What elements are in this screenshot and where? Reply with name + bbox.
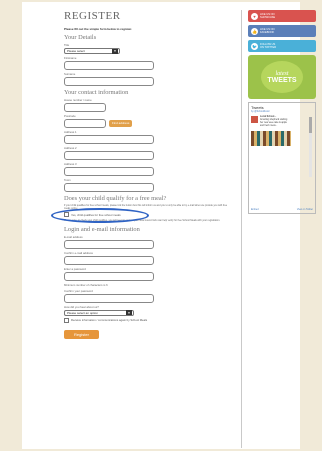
hear-select[interactable]: Please select an option ▼ [64, 309, 134, 316]
chevron-down-icon: ▼ [126, 310, 132, 316]
latest-tweets-badge: latest TWEETS [261, 61, 303, 93]
tweet-text: Amazing shepherd starting her new wee ca… [260, 119, 288, 127]
social-like-us-button[interactable]: ♥ LIKE US ON SHOWCASE [248, 10, 316, 22]
confirm-email-input[interactable] [64, 255, 154, 265]
newsletter-label: Receive information / communications aga… [71, 318, 148, 323]
address3-label: Address 3 [64, 162, 77, 166]
newsletter-checkbox[interactable] [64, 317, 69, 323]
password-hint: Minimum number of characters is 6 [64, 282, 108, 287]
confirm-password-label: Confirm your password [64, 288, 93, 293]
avatar [251, 116, 258, 123]
hear-label: How did you hear about us? [64, 304, 99, 309]
postcode-input[interactable] [64, 119, 106, 128]
email-label: E-mail address [64, 234, 83, 239]
address1-label: Address 1 [64, 130, 77, 134]
twitter-feed[interactable]: Tweets by @SchoolFood Local School... Am… [248, 102, 316, 214]
view-on-twitter-link[interactable]: View on Twitter [297, 208, 313, 211]
find-address-button[interactable]: Find address [109, 120, 133, 127]
address2-label: Address 2 [64, 146, 77, 150]
surname-label: Surname [64, 72, 76, 76]
newsletter-row[interactable]: Receive information / communications aga… [64, 317, 232, 323]
password-label: Enter a password [64, 266, 86, 271]
email-input[interactable] [64, 239, 154, 249]
heart-icon: ♥ [251, 12, 258, 20]
social-line2: SHOWCASE [260, 16, 276, 19]
tweet-item: Local School... Amazing shepherd startin… [251, 116, 313, 128]
confirm-email-label: Confirm e-mail address [64, 250, 93, 255]
surname-input[interactable] [64, 77, 154, 86]
page-panel: REGISTER Please fill out the simple form… [22, 2, 316, 449]
title-label: Title [64, 43, 70, 47]
social-label: FOLLOW US ON TWITTER [260, 43, 276, 49]
thumbs-up-icon: 👍 [251, 27, 258, 35]
section-login: Login and e-mail information [64, 225, 140, 233]
qualify-checkbox-row[interactable]: Yes, child qualifies for free school mea… [51, 208, 232, 224]
bird-icon: 🐦 [251, 42, 258, 50]
town-label: Town [64, 178, 71, 182]
intro-text: Please fill out the simple form below to… [64, 27, 133, 31]
social-label: LIKE US ON FACEBOOK [260, 28, 275, 34]
section-qualify: Does your child qualify for a free meal? [64, 195, 167, 202]
section-contact-info: Your contact information [64, 89, 129, 96]
feed-footer: Embed View on Twitter [251, 208, 313, 211]
confirm-password-input[interactable] [64, 293, 154, 303]
social-links: ♥ LIKE US ON SHOWCASE 👍 LIKE US ON FACEBOOK 🐦 F… [248, 10, 316, 52]
chevron-down-icon: ▼ [112, 48, 118, 54]
town-input[interactable] [64, 183, 154, 192]
latest-tweets-banner: latest TWEETS [248, 55, 316, 99]
social-label: LIKE US ON SHOWCASE [260, 13, 275, 19]
registration-form: REGISTER Please fill out the simple form… [51, 10, 232, 341]
hear-select-value: Please select an option [67, 310, 99, 315]
section-your-details: Your Details [64, 34, 97, 41]
address3-input[interactable] [64, 167, 154, 176]
postcode-row: Find address [64, 119, 232, 128]
firstname-label: Firstname [64, 56, 77, 60]
social-line2: FACEBOOK [260, 31, 275, 34]
page-title: REGISTER [64, 10, 121, 22]
house-input[interactable] [64, 103, 106, 112]
feed-by[interactable]: by @SchoolFood [251, 110, 313, 113]
tweets-label: TWEETS [267, 76, 297, 84]
postcode-label: Postcode [64, 114, 76, 118]
tweet-image[interactable] [251, 131, 291, 146]
sidebar: ♥ LIKE US ON SHOWCASE 👍 LIKE US ON FACEBOOK 🐦 F… [248, 10, 316, 214]
social-line2: ON TWITTER [260, 46, 277, 49]
address2-input[interactable] [64, 151, 154, 160]
address1-input[interactable] [64, 135, 154, 144]
house-label: House number / name [64, 98, 92, 102]
password-input[interactable] [64, 271, 154, 281]
column-divider [241, 10, 242, 448]
title-select-value: Please select [67, 49, 85, 53]
title-select[interactable]: Please select ▼ [64, 48, 120, 54]
embed-link[interactable]: Embed [251, 208, 259, 211]
feed-scrollbar[interactable] [309, 117, 312, 177]
firstname-input[interactable] [64, 61, 154, 70]
social-facebook-button[interactable]: 👍 LIKE US ON FACEBOOK [248, 25, 316, 37]
social-twitter-button[interactable]: 🐦 FOLLOW US ON TWITTER [248, 40, 316, 52]
register-button[interactable]: Register [64, 329, 99, 339]
